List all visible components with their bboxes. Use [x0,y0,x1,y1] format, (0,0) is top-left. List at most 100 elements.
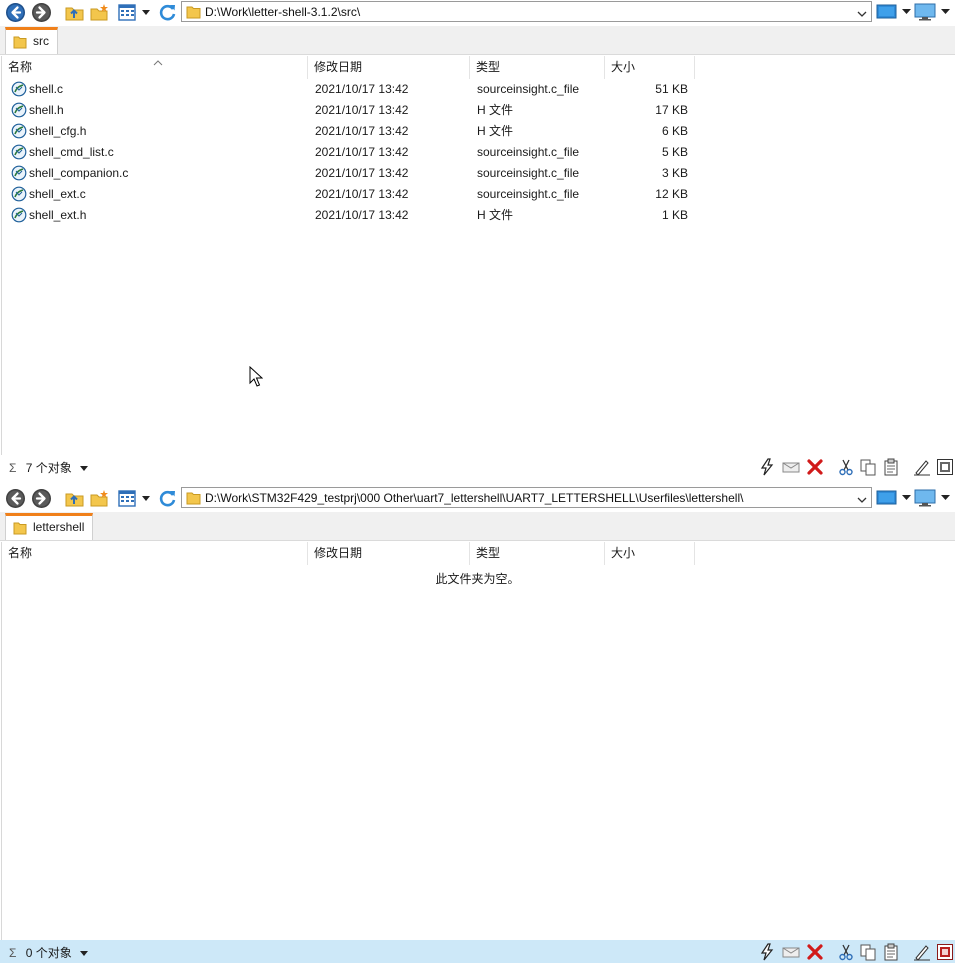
table-row[interactable]: shell.c 2021/10/17 13:42 sourceinsight.c… [0,79,700,100]
pane-dropdown-icon[interactable] [901,3,912,24]
chevron-down-icon[interactable] [79,949,89,957]
paste-icon[interactable] [882,458,900,476]
file-name: shell_cfg.h [29,124,87,138]
address-path: D:\Work\STM32F429_testprj\000 Other\uart… [205,491,744,505]
tab-label: lettershell [33,520,85,534]
rename-icon[interactable] [913,458,931,476]
status-bar: Σ 0 个对象 [0,940,955,963]
chevron-down-icon[interactable] [857,7,867,21]
up-folder-icon[interactable] [64,2,85,23]
close-pane-icon[interactable] [936,943,954,961]
file-size: 51 KB [655,82,688,96]
pane-dropdown-icon[interactable] [901,489,912,510]
chevron-down-icon[interactable] [79,464,89,472]
file-size: 1 KB [661,208,688,222]
delete-icon[interactable] [806,458,824,476]
column-size[interactable]: 大小 [606,56,695,79]
back-arrow-icon[interactable] [5,488,26,509]
paste-icon[interactable] [882,943,900,961]
file-type: sourceinsight.c_file [477,82,580,96]
file-date: 2021/10/17 13:42 [315,166,409,180]
new-folder-icon[interactable] [89,488,110,509]
column-label: 类型 [476,60,501,74]
file-date: 2021/10/17 13:42 [315,82,409,96]
column-type[interactable]: 类型 [471,56,605,79]
bottom-toolbar: D:\Work\STM32F429_testprj\000 Other\uart… [0,486,955,511]
up-folder-icon[interactable] [64,488,85,509]
file-name: shell.c [29,82,64,96]
tab-src[interactable]: src [5,27,58,54]
table-row[interactable]: shell_companion.c 2021/10/17 13:42 sourc… [0,163,700,184]
back-arrow-icon[interactable] [5,2,26,23]
file-name: shell_ext.c [29,187,86,201]
delete-icon[interactable] [806,943,824,961]
file-name: shell_ext.h [29,208,87,222]
file-date: 2021/10/17 13:42 [315,103,409,117]
file-name: shell_cmd_list.c [29,145,114,159]
column-name[interactable]: 名称 [3,56,308,79]
copy-icon[interactable] [859,458,877,476]
monitor-dropdown-icon[interactable] [940,3,951,24]
refresh-icon[interactable] [157,488,178,509]
refresh-icon[interactable] [157,2,178,23]
address-bar[interactable]: D:\Work\letter-shell-3.1.2\src\ [181,1,872,22]
file-size: 12 KB [655,187,688,201]
rename-icon[interactable] [913,943,931,961]
view-dropdown-icon[interactable] [140,488,152,509]
cut-icon[interactable] [837,943,855,961]
mail-icon[interactable] [782,458,800,476]
mail-icon[interactable] [782,943,800,961]
table-row[interactable]: shell_ext.c 2021/10/17 13:42 sourceinsig… [0,184,700,205]
column-name[interactable]: 名称 [3,542,308,565]
monitor-icon[interactable] [914,3,936,24]
sort-up-icon [153,52,163,75]
object-count[interactable]: Σ 0 个对象 [9,944,89,961]
top-pane: D:\Work\letter-shell-3.1.2\src\ src 名称 修… [0,0,955,483]
column-date[interactable]: 修改日期 [309,542,470,565]
file-type: sourceinsight.c_file [477,166,580,180]
copy-icon[interactable] [859,943,877,961]
lightning-icon[interactable] [758,458,776,476]
source-file-icon [11,207,27,230]
column-date[interactable]: 修改日期 [309,56,470,79]
tab-strip: lettershell [0,512,955,541]
table-row[interactable]: shell_cmd_list.c 2021/10/17 13:42 source… [0,142,700,163]
view-dropdown-icon[interactable] [140,2,152,23]
file-date: 2021/10/17 13:42 [315,124,409,138]
table-row[interactable]: shell.h 2021/10/17 13:42 H 文件 17 KB [0,100,700,121]
lightning-icon[interactable] [758,943,776,961]
pane-icon[interactable] [876,3,898,24]
chevron-down-icon[interactable] [857,493,867,507]
column-label: 名称 [8,60,33,74]
top-toolbar: D:\Work\letter-shell-3.1.2\src\ [0,0,955,25]
file-size: 17 KB [655,103,688,117]
column-size[interactable]: 大小 [606,542,695,565]
mouse-cursor-icon [249,365,264,391]
file-type: sourceinsight.c_file [477,145,580,159]
address-path: D:\Work\letter-shell-3.1.2\src\ [205,5,361,19]
properties-icon[interactable] [936,458,954,476]
sigma-symbol: Σ [9,461,17,475]
object-count[interactable]: Σ 7 个对象 [9,459,89,476]
view-mode-icon[interactable] [117,488,138,509]
column-type[interactable]: 类型 [471,542,605,565]
tab-lettershell[interactable]: lettershell [5,513,94,540]
forward-arrow-icon[interactable] [31,2,52,23]
view-mode-icon[interactable] [117,2,138,23]
file-size: 3 KB [661,166,688,180]
empty-folder-message: 此文件夹为空。 [435,572,520,586]
cut-icon[interactable] [837,458,855,476]
folder-icon [186,5,201,22]
monitor-icon[interactable] [914,489,936,510]
address-bar[interactable]: D:\Work\STM32F429_testprj\000 Other\uart… [181,487,872,508]
new-folder-icon[interactable] [89,2,110,23]
monitor-dropdown-icon[interactable] [940,489,951,510]
divider [1,542,2,942]
forward-arrow-icon[interactable] [31,488,52,509]
status-text: 0 个对象 [25,946,72,960]
table-row[interactable]: shell_ext.h 2021/10/17 13:42 H 文件 1 KB [0,205,700,226]
file-type: H 文件 [477,124,514,138]
pane-icon[interactable] [876,489,898,510]
table-row[interactable]: shell_cfg.h 2021/10/17 13:42 H 文件 6 KB [0,121,700,142]
column-label: 修改日期 [314,546,363,560]
